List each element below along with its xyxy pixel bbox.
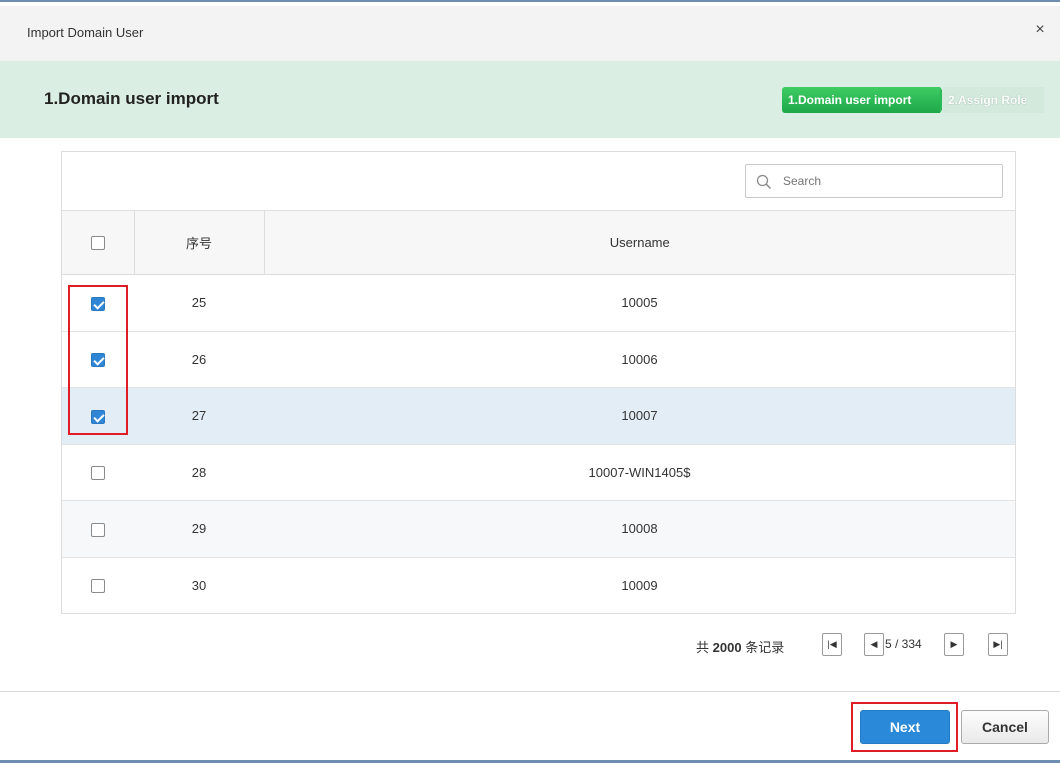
row-username: 10006 [621, 351, 658, 367]
record-total-suffix: 条记录 [745, 640, 785, 655]
row-index: 26 [191, 351, 207, 367]
row-checkbox[interactable] [91, 466, 105, 481]
row-username: 10009 [621, 578, 658, 593]
row-checkbox-cell [62, 444, 134, 501]
next-button[interactable]: Next [860, 710, 950, 744]
record-total-count: 2000 [712, 640, 742, 655]
row-username: 10005 [621, 295, 658, 311]
row-username: 10007 [621, 408, 658, 424]
table-row[interactable]: 29 10008 [62, 500, 1015, 558]
step-domain-user-import: 1.Domain user import [782, 87, 948, 113]
user-table: 序号 Username 25 10005 26 10006 27 10007 2… [62, 210, 1015, 614]
close-icon[interactable]: × [1030, 20, 1050, 40]
import-domain-user-dialog: Import Domain User × 1.Domain user impor… [0, 0, 1060, 763]
user-list-panel: 序号 Username 25 10005 26 10006 27 [61, 151, 1016, 614]
search-icon [756, 174, 772, 190]
row-index: 25 [191, 295, 207, 311]
table-row[interactable]: 25 10005 [62, 275, 1015, 332]
table-header-row: 序号 Username [62, 210, 1015, 275]
table-row[interactable]: 27 10007 [62, 387, 1015, 445]
row-checkbox-cell [62, 557, 134, 614]
row-checkbox[interactable] [91, 522, 105, 537]
row-checkbox[interactable] [91, 296, 105, 311]
first-page-button[interactable]: |◀ [822, 633, 842, 656]
dialog-title: Import Domain User [27, 25, 144, 40]
column-header-index[interactable]: 序号 [134, 210, 265, 275]
search-input[interactable] [783, 172, 983, 190]
step-heading: 1.Domain user import [44, 89, 219, 108]
prev-page-icon: ◀ [870, 639, 878, 649]
last-page-icon: ▶| [993, 639, 1003, 649]
row-username: 10007-WIN1405$ [588, 464, 691, 480]
table-row[interactable]: 28 10007-WIN1405$ [62, 444, 1015, 501]
record-total: 共 2000 条记录 [696, 637, 784, 656]
row-checkbox[interactable] [91, 579, 105, 594]
row-index: 28 [191, 464, 207, 480]
row-index: 27 [191, 408, 207, 424]
cancel-button[interactable]: Cancel [961, 710, 1049, 744]
table-row[interactable]: 26 10006 [62, 331, 1015, 388]
row-username: 10008 [621, 521, 658, 537]
row-checkbox[interactable] [91, 353, 105, 368]
row-index: 29 [191, 521, 207, 537]
last-page-button[interactable]: ▶| [988, 633, 1008, 656]
row-checkbox-cell [62, 388, 134, 445]
row-checkbox[interactable] [91, 409, 105, 424]
row-index: 30 [191, 578, 207, 593]
table-row[interactable]: 30 10009 [62, 557, 1015, 614]
select-all-checkbox[interactable] [90, 236, 105, 251]
dialog-titlebar: Import Domain User × [0, 6, 1060, 61]
search-box[interactable] [745, 164, 1003, 198]
select-all-cell [62, 210, 135, 275]
column-header-username[interactable]: Username [264, 210, 1015, 275]
row-checkbox-cell [62, 331, 134, 388]
row-checkbox-cell [62, 501, 134, 558]
footer-divider [0, 691, 1060, 692]
step-assign-role: 2.Assign Role [942, 87, 1044, 113]
record-total-prefix: 共 [696, 640, 710, 655]
step-header: 1.Domain user import 1.Domain user impor… [0, 61, 1060, 138]
page-info: 5 / 334 [885, 637, 922, 651]
prev-page-button[interactable]: ◀ [864, 633, 884, 656]
first-page-icon: |◀ [827, 639, 837, 649]
next-page-button[interactable]: ▶ [944, 633, 964, 656]
next-page-icon: ▶ [950, 639, 958, 649]
row-checkbox-cell [62, 275, 134, 332]
